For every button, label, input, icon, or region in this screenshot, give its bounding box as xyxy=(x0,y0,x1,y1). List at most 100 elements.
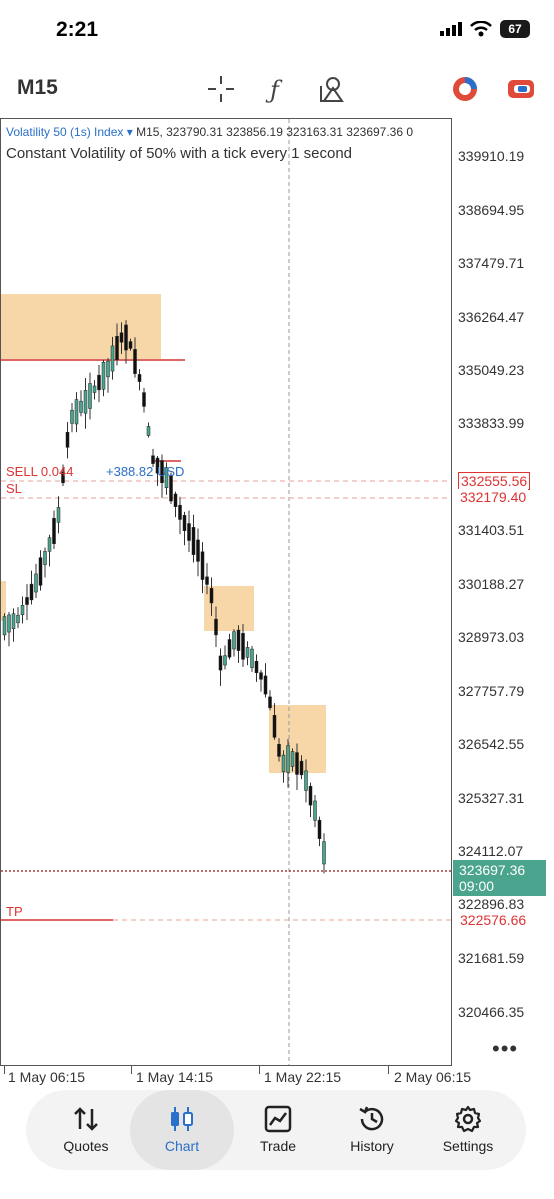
price-axis-label: 322896.83 xyxy=(458,896,525,912)
nav-settings[interactable]: Settings xyxy=(420,1090,516,1170)
time-label: 1 May 06:15 xyxy=(8,1069,86,1085)
current-price-tag: 323697.36 09:00 xyxy=(453,860,546,896)
status-icons: 67 xyxy=(440,20,530,38)
candle-body xyxy=(317,819,322,839)
candle-body xyxy=(52,518,56,544)
candle-body xyxy=(254,660,259,674)
symbol-dropdown-icon[interactable]: ▾ xyxy=(127,125,136,139)
price-axis-label: 326542.55 xyxy=(458,736,525,752)
history-icon xyxy=(359,1106,384,1131)
candle-body xyxy=(115,336,119,360)
settings-icon xyxy=(454,1105,482,1133)
candle-body xyxy=(286,745,290,773)
more-options-button[interactable]: ••• xyxy=(492,1036,518,1062)
nav-quotes-label: Quotes xyxy=(63,1138,109,1154)
time-label: 1 May 14:15 xyxy=(136,1069,214,1085)
tp-price-tag: 322576.66 xyxy=(458,912,529,928)
status-time: 2:21 xyxy=(56,18,99,41)
nav-chart[interactable]: Chart xyxy=(130,1090,234,1170)
crosshair-icon[interactable] xyxy=(206,74,236,104)
price-axis-label: 328973.03 xyxy=(458,629,525,645)
candle-body xyxy=(236,629,241,651)
candle-body xyxy=(79,400,83,413)
candle-body xyxy=(133,349,137,374)
candle-body xyxy=(227,639,232,658)
symbol-info[interactable]: Volatility 50 (1s) Index ▾ M15, 323790.3… xyxy=(6,125,451,139)
candle-body xyxy=(322,841,326,865)
status-bar: 2:21 67 xyxy=(0,0,554,60)
time-tick xyxy=(4,1066,5,1074)
candle-body xyxy=(304,770,308,791)
price-axis-label: 324112.07 xyxy=(458,843,524,859)
candle-body xyxy=(29,583,34,601)
candle-body xyxy=(83,390,88,414)
candle-body xyxy=(119,332,124,343)
candle-body xyxy=(142,392,146,407)
candle-body xyxy=(43,551,47,565)
bottom-navigation: Quotes Chart Trade History Settings xyxy=(26,1090,526,1170)
time-axis: 1 May 06:15 1 May 14:15 1 May 22:15 2 Ma… xyxy=(0,1066,554,1088)
symbol-name[interactable]: Volatility 50 (1s) Index xyxy=(6,125,123,139)
toggle-icon[interactable] xyxy=(506,74,536,104)
candle-body xyxy=(272,715,277,738)
chart-icon xyxy=(171,1107,193,1131)
price-axis-label: 337479.71 xyxy=(458,255,525,271)
candle-body xyxy=(47,537,52,552)
candle-body xyxy=(214,618,218,636)
objects-icon[interactable] xyxy=(318,74,348,104)
candle-body xyxy=(65,432,70,448)
candle-body xyxy=(191,527,196,555)
candle-body xyxy=(137,374,142,382)
candlestick-chart[interactable] xyxy=(1,119,451,1065)
nav-trade[interactable]: Trade xyxy=(230,1090,326,1170)
candle-body xyxy=(16,614,20,624)
candle-body xyxy=(101,361,106,390)
svg-text:ƒ: ƒ xyxy=(265,76,283,104)
chart-area[interactable]: Volatility 50 (1s) Index ▾ M15, 323790.3… xyxy=(0,118,554,1066)
time-label: 2 May 06:15 xyxy=(394,1069,472,1085)
candle-body xyxy=(106,360,110,378)
price-axis-label: 325327.31 xyxy=(458,790,525,806)
tp-label[interactable]: TP xyxy=(6,904,23,919)
price-axis-label: 335049.23 xyxy=(458,362,525,378)
sl-label[interactable]: SL xyxy=(6,481,22,496)
one-click-trading-icon[interactable] xyxy=(450,74,480,104)
trade-icon xyxy=(264,1105,292,1133)
candle-body xyxy=(205,576,209,585)
candle-body xyxy=(308,785,313,806)
candle-body xyxy=(263,675,268,695)
candle-body xyxy=(169,475,173,502)
wifi-icon xyxy=(470,21,492,37)
battery-indicator: 67 xyxy=(500,20,530,38)
nav-quotes[interactable]: Quotes xyxy=(38,1090,134,1170)
candle-body xyxy=(268,696,272,709)
candle-body xyxy=(187,523,191,541)
supply-zone xyxy=(1,294,161,359)
time-tick xyxy=(131,1066,132,1074)
candle-body xyxy=(11,613,16,630)
sell-order-label[interactable]: SELL 0.044 xyxy=(6,464,73,479)
candle-body xyxy=(299,760,304,776)
candle-body xyxy=(182,515,187,531)
price-axis-label: 338694.95 xyxy=(458,202,525,218)
nav-history[interactable]: History xyxy=(324,1090,420,1170)
price-axis-label: 333833.99 xyxy=(458,415,525,431)
nav-chart-label: Chart xyxy=(164,1138,200,1154)
candle-body xyxy=(245,647,250,658)
cellular-signal-icon xyxy=(440,22,462,36)
current-price: 323697.36 xyxy=(459,862,526,878)
time-tick xyxy=(259,1066,260,1074)
indicators-icon[interactable]: ƒ xyxy=(262,74,292,104)
profit-label: +388.82 USD xyxy=(106,464,185,479)
candle-body xyxy=(146,426,151,436)
symbol-ohlc: M15, 323790.31 323856.19 323163.31 32369… xyxy=(136,125,414,139)
candle-body xyxy=(200,551,205,580)
chart-frame[interactable]: Volatility 50 (1s) Index ▾ M15, 323790.3… xyxy=(0,118,452,1066)
timeframe-selector[interactable]: M15 xyxy=(17,76,58,100)
nav-history-label: History xyxy=(350,1138,394,1154)
candle-body xyxy=(218,655,223,671)
price-axis-label: 320466.35 xyxy=(458,1004,525,1020)
candle-body xyxy=(241,633,245,660)
candle-body xyxy=(56,507,61,523)
sl-price-tag: 332179.40 xyxy=(458,489,529,505)
